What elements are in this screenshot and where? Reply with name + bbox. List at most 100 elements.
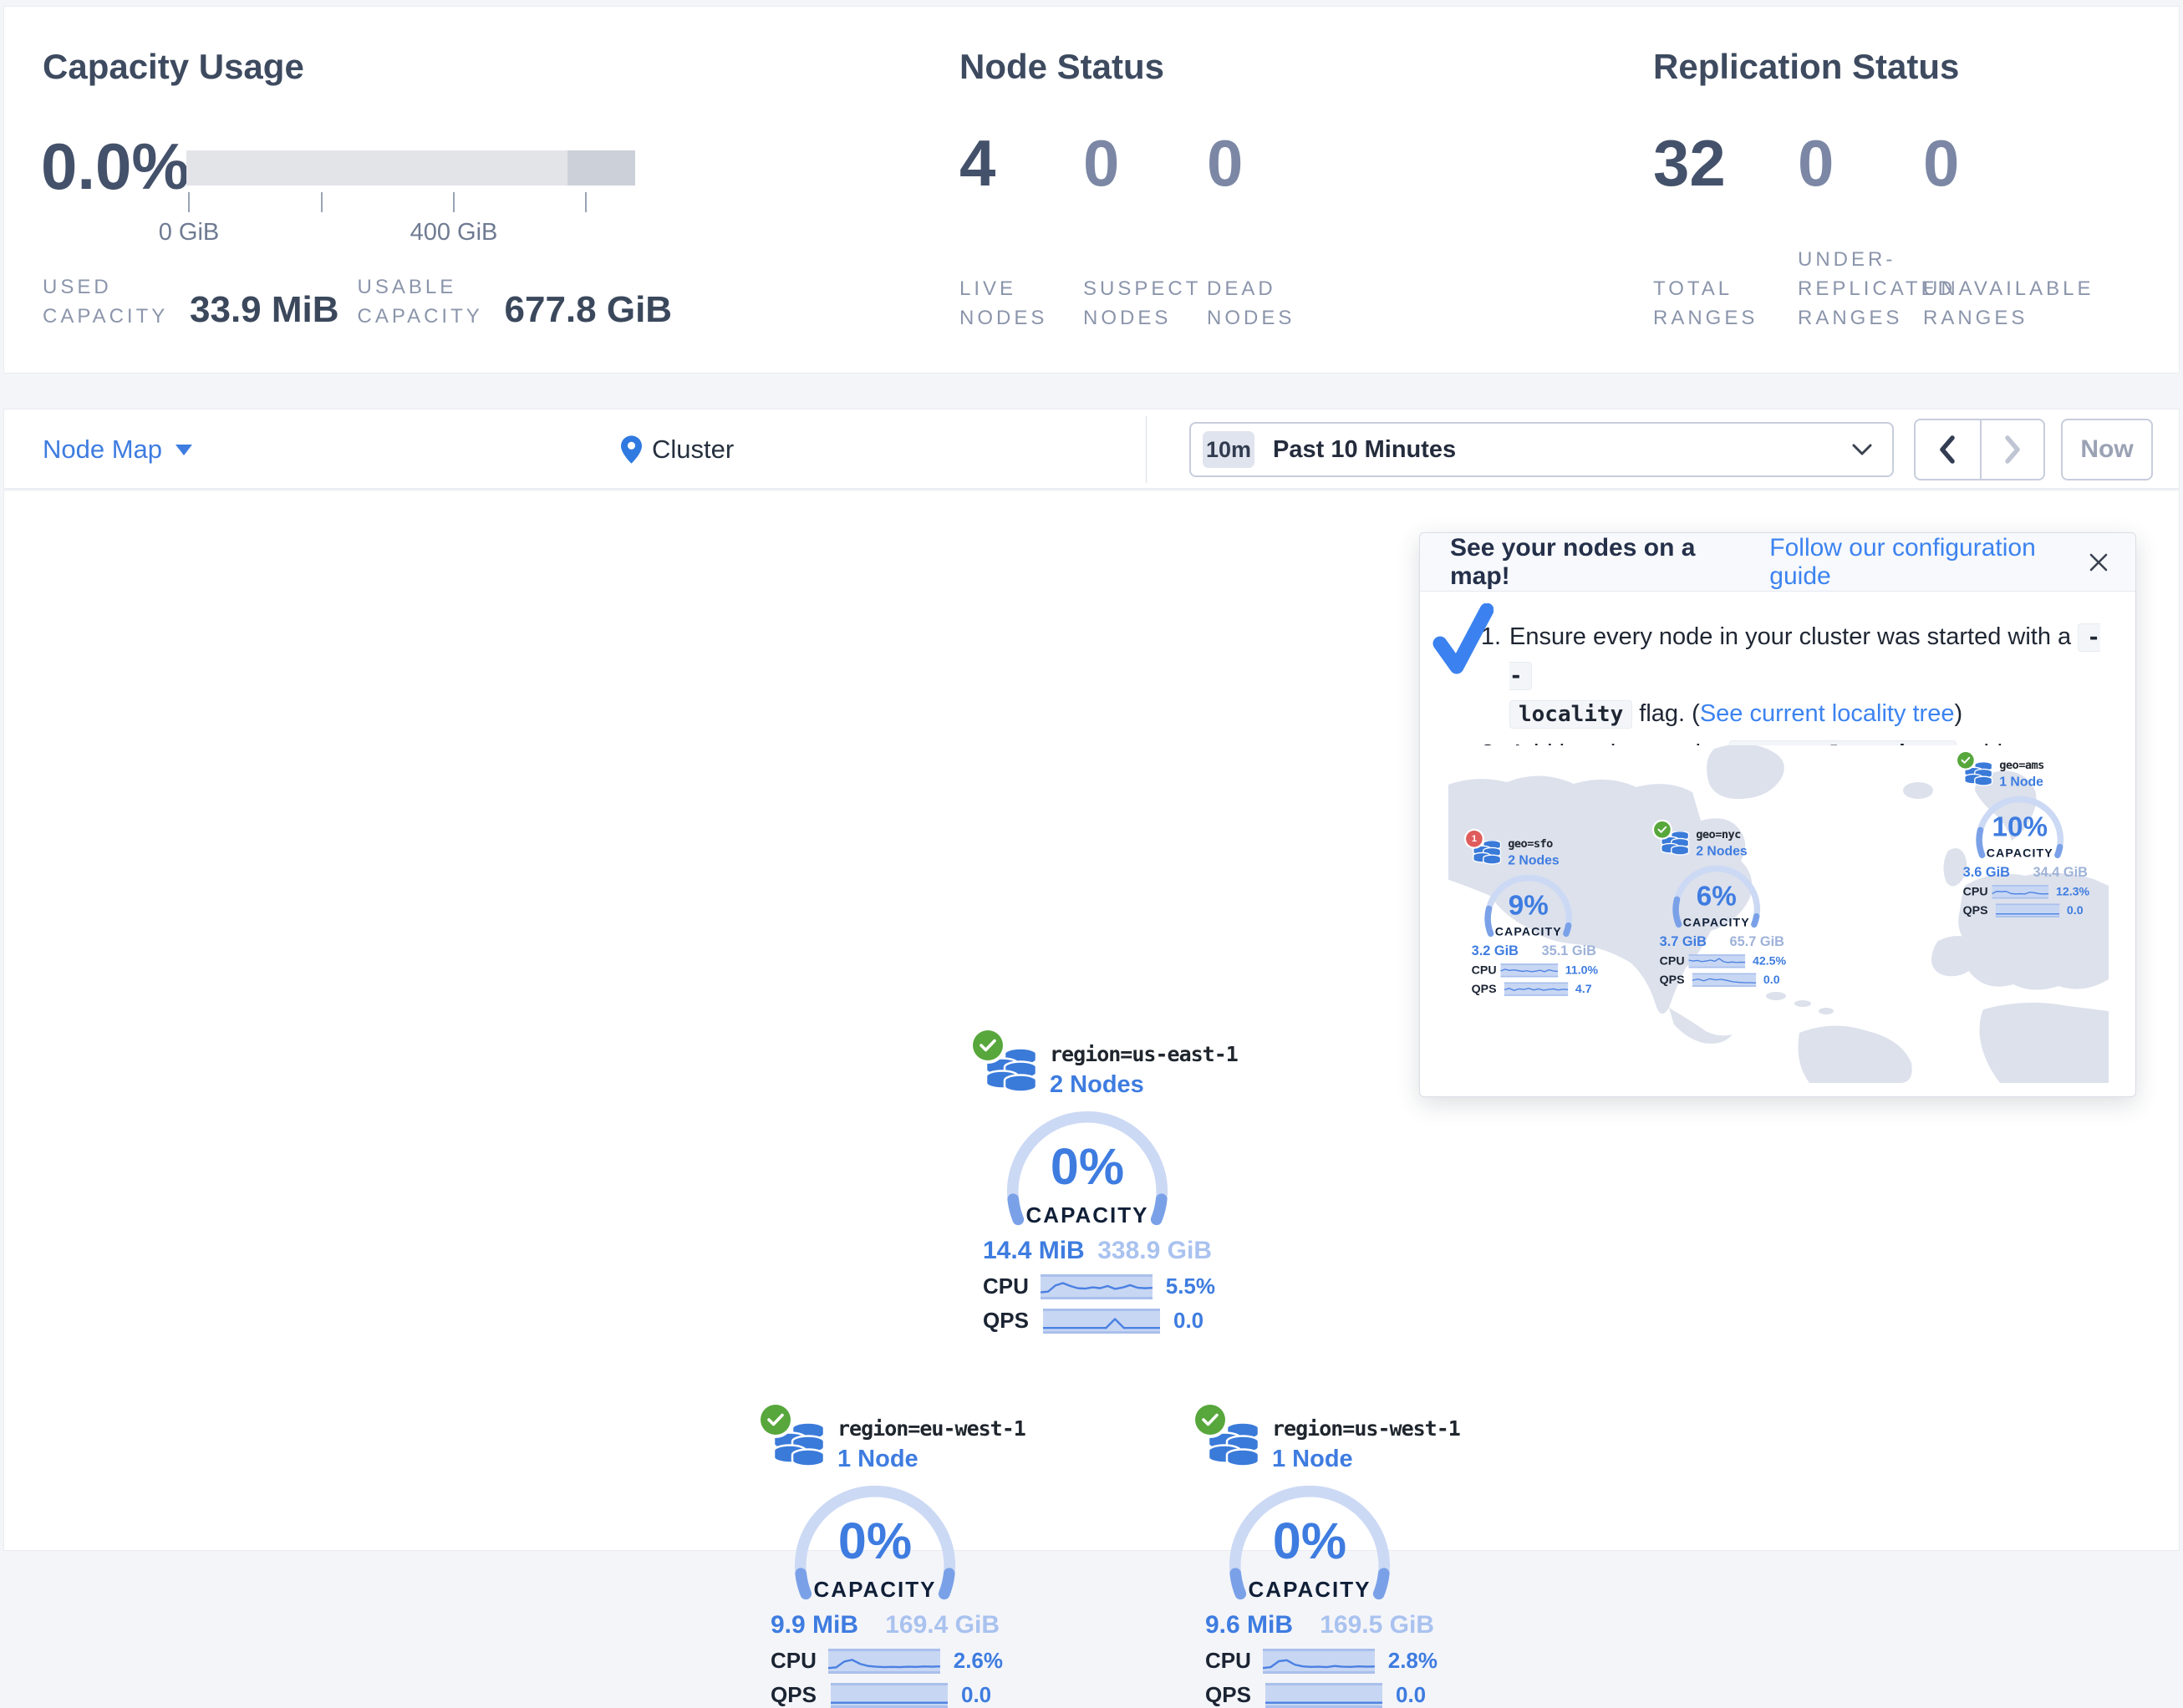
qps-label: QPS [983, 1308, 1043, 1334]
map-node-card-ams[interactable]: geo=ams 1 Node 10% CAPACITY 3.6 GiB 34.4… [1957, 752, 2089, 918]
usable-capacity-label: USABLE CAPACITY [358, 272, 505, 333]
qps-label: QPS [1963, 903, 1996, 918]
cpu-label: CPU [1963, 885, 1992, 899]
under-replicated-label: UNDER-REPLICATED RANGES [1798, 245, 1923, 333]
health-ok-icon [1195, 1405, 1225, 1435]
region-nodes-link[interactable]: 1 Node [837, 1443, 1003, 1475]
cpu-value: 11.0% [1565, 963, 1598, 978]
capacity-gauge-caption: CAPACITY [1001, 1202, 1173, 1228]
region-card-us-west-1[interactable]: region=us-west-1 1 Node 0% CAPACITY 9.6 … [1193, 1405, 1438, 1708]
qps-label: QPS [1660, 973, 1692, 987]
capacity-used-value: 9.6 MiB [1205, 1611, 1293, 1639]
unavailable-ranges-value: 0 [1923, 130, 2115, 196]
cpu-value: 42.5% [1753, 954, 1786, 968]
health-ok-icon [973, 1030, 1003, 1060]
capacity-gauge-percent: 0% [1224, 1512, 1396, 1570]
axis-tick [453, 192, 455, 212]
map-node-card-sfo[interactable]: 1 geo=sfo 2 Nodes 9% CAPACITY 3.2 GiB 35… [1465, 831, 1598, 996]
capacity-usage-percent: 0.0% [41, 134, 190, 199]
capacity-gauge-caption: CAPACITY [1973, 846, 2067, 860]
capacity-usage-bar [186, 150, 635, 186]
locality-label: geo=ams [1999, 758, 2089, 774]
cpu-value: 5.5% [1166, 1273, 1215, 1299]
breadcrumb[interactable]: Cluster [621, 409, 734, 490]
locality-tree-link[interactable]: See current locality tree [1700, 700, 1955, 727]
qps-sparkline [1043, 1309, 1160, 1334]
time-step-forward-button[interactable] [1980, 420, 2044, 479]
capacity-gauge-percent: 9% [1482, 889, 1575, 921]
nodes-link[interactable]: 2 Nodes [1696, 842, 1786, 860]
now-button[interactable]: Now [2061, 419, 2153, 480]
qps-metric-row: QPS 0.0 [771, 1682, 1003, 1708]
suspect-nodes-cell: 0 SUSPECT NODES [1083, 130, 1207, 333]
capacity-usable-value: 338.9 GiB [1097, 1237, 1212, 1265]
under-replicated-cell: 0 UNDER-REPLICATED RANGES [1798, 130, 1923, 333]
qps-sparkline [1996, 903, 2059, 917]
node-status-title: Node Status [959, 47, 1164, 87]
capacity-usable-value: 65.7 GiB [1730, 934, 1784, 950]
health-ok-icon [1654, 821, 1671, 838]
region-card-us-east-1[interactable]: region=us-east-1 2 Nodes 0% CAPACITY 14.… [971, 1030, 1215, 1334]
cpu-label: CPU [1205, 1648, 1263, 1674]
region-nodes-link[interactable]: 1 Node [1272, 1443, 1438, 1475]
chevron-down-icon [1852, 444, 1872, 455]
node-map-setup-popup: See your nodes on a map! Follow our conf… [1419, 532, 2136, 1097]
qps-label: QPS [771, 1682, 831, 1708]
capacity-usable-value: 169.5 GiB [1320, 1611, 1434, 1639]
suspect-nodes-value: 0 [1083, 130, 1207, 196]
qps-value: 0.0 [1173, 1308, 1203, 1334]
cpu-sparkline [1992, 885, 2048, 898]
cpu-label: CPU [983, 1273, 1041, 1299]
dead-nodes-label: DEAD NODES [1207, 274, 1299, 333]
axis-tick [321, 192, 323, 212]
qps-sparkline [831, 1683, 948, 1708]
view-mode-dropdown[interactable]: Node Map [43, 409, 192, 490]
axis-tick-label: 0 GiB [159, 219, 220, 247]
qps-value: 0.0 [1396, 1682, 1426, 1708]
axis-tick [188, 192, 190, 212]
capacity-used-value: 3.7 GiB [1660, 934, 1707, 950]
nodes-link[interactable]: 1 Node [1999, 773, 2089, 790]
qps-metric-row: QPS 0.0 [1205, 1682, 1438, 1708]
capacity-kv-stats: USED CAPACITY 33.9 MiB USABLE CAPACITY 6… [43, 272, 672, 333]
unavailable-ranges-label: UNAVAILABLE RANGES [1923, 274, 2103, 333]
time-window-label: Past 10 Minutes [1273, 436, 1456, 464]
qps-sparkline [1504, 982, 1568, 995]
dead-nodes-cell: 0 DEAD NODES [1207, 130, 1341, 333]
view-toolbar: Node Map Cluster 10m Past 10 Minutes Now [3, 409, 2180, 489]
world-map: 1 geo=sfo 2 Nodes 9% CAPACITY 3.2 GiB 35… [1448, 745, 2109, 1083]
qps-metric-row: QPS 0.0 [983, 1308, 1215, 1334]
cpu-sparkline [1688, 954, 1745, 968]
warning-count-badge: 1 [1466, 831, 1483, 847]
health-ok-icon [761, 1405, 791, 1435]
close-icon[interactable] [2087, 551, 2110, 574]
time-window-select[interactable]: 10m Past 10 Minutes [1189, 422, 1894, 477]
capacity-used-value: 14.4 MiB [983, 1237, 1085, 1265]
locality-label: geo=sfo [1508, 836, 1598, 852]
inline-code: -- [1509, 623, 2100, 690]
divider [1146, 416, 1147, 483]
capacity-gauge: 0% CAPACITY [1001, 1106, 1173, 1228]
nodes-link[interactable]: 2 Nodes [1508, 851, 1598, 869]
inline-code: locality [1509, 700, 1632, 729]
capacity-used-value: 9.9 MiB [771, 1611, 858, 1639]
region-card-eu-west-1[interactable]: region=eu-west-1 1 Node 0% CAPACITY 9.9 … [759, 1405, 1003, 1708]
capacity-gauge-caption: CAPACITY [1670, 915, 1763, 929]
capacity-gauge-caption: CAPACITY [789, 1577, 961, 1603]
capacity-gauge: 6% CAPACITY [1670, 862, 1763, 929]
used-capacity-label: USED CAPACITY [43, 272, 190, 333]
time-window-badge: 10m [1203, 431, 1254, 468]
region-nodes-link[interactable]: 2 Nodes [1050, 1069, 1215, 1101]
capacity-used-value: 3.2 GiB [1472, 943, 1519, 959]
time-step-back-button[interactable] [1916, 420, 1980, 479]
configuration-guide-link[interactable]: Follow our configuration guide [1769, 534, 2087, 591]
popup-header: See your nodes on a map! Follow our conf… [1420, 533, 2135, 592]
cpu-sparkline [1501, 963, 1558, 977]
capacity-usable-value: 34.4 GiB [2033, 865, 2088, 881]
locality-label: geo=nyc [1696, 827, 1786, 843]
map-node-card-nyc[interactable]: geo=nyc 2 Nodes 6% CAPACITY 3.7 GiB 65.7… [1653, 821, 1786, 987]
suspect-nodes-label: SUSPECT NODES [1083, 274, 1192, 333]
cpu-metric-row: CPU 5.5% [983, 1273, 1215, 1299]
capacity-gauge: 9% CAPACITY [1482, 872, 1575, 938]
axis-tick [585, 192, 587, 212]
